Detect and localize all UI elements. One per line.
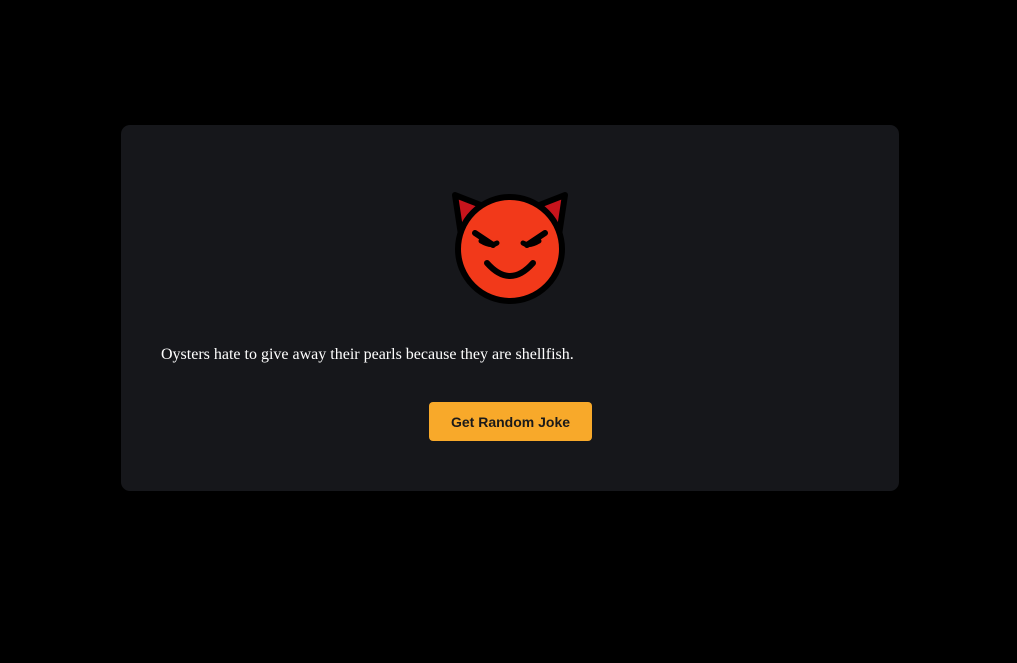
joke-text: Oysters hate to give away their pearls b…: [161, 346, 574, 363]
get-random-joke-button[interactable]: Get Random Joke: [429, 402, 592, 441]
smiling-devil-face-icon: [451, 189, 569, 307]
joke-card: Oysters hate to give away their pearls b…: [121, 125, 899, 491]
